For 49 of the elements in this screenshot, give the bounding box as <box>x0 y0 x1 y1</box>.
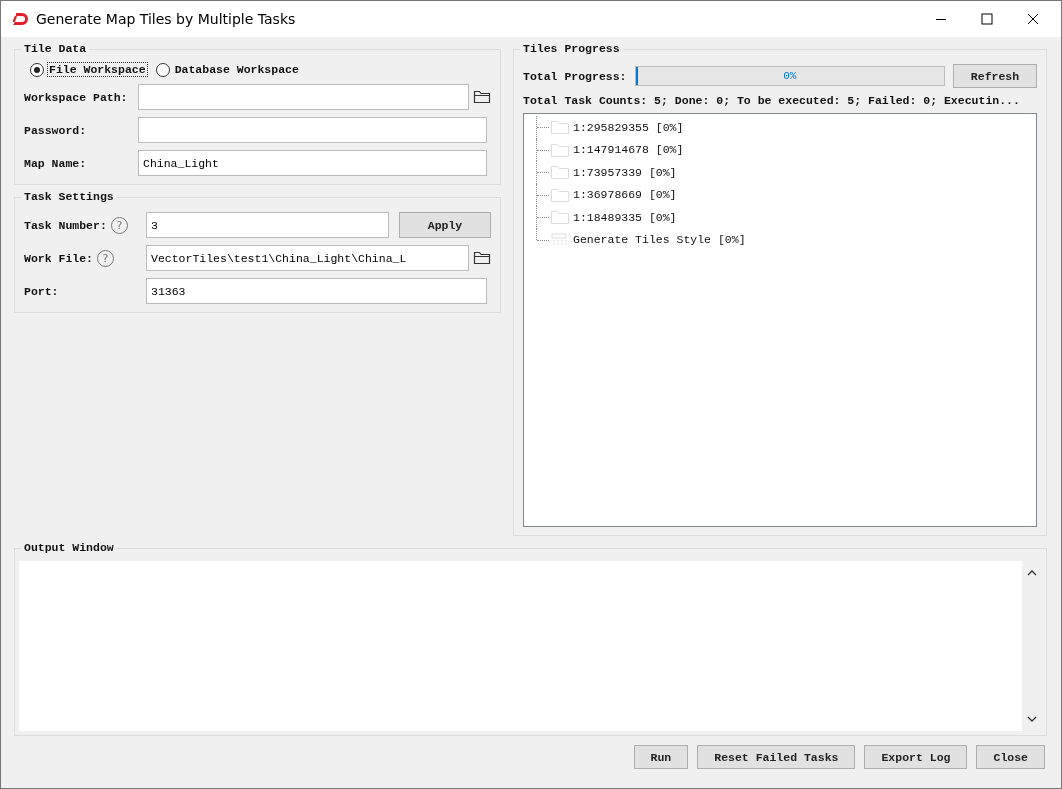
dialog-button[interactable]: Reset Failed Tasks <box>697 745 856 769</box>
grid-icon <box>550 231 570 248</box>
app-logo-icon <box>12 12 28 26</box>
task-summary: Total Task Counts: 5; Done: 0; To be executed: 5; Failed: 0; Executin... <box>523 94 1021 107</box>
field-label: Map Name: <box>24 156 87 170</box>
scroll-up-icon[interactable] <box>1027 569 1037 577</box>
folder-icon <box>550 119 570 136</box>
group-title: Tile Data <box>21 42 90 55</box>
tree-item[interactable]: 1:18489335 [0%] <box>573 210 677 224</box>
folder-icon <box>550 209 570 226</box>
field-label: Workspace Path: <box>24 90 128 104</box>
field-label: Task Number: <box>24 218 107 232</box>
group-title: Output Window <box>21 541 117 554</box>
input-field[interactable]: China_Light <box>138 150 487 176</box>
folder-icon[interactable] <box>473 88 491 106</box>
folder-icon <box>550 186 570 203</box>
radio-button[interactable] <box>155 62 170 77</box>
tree-item[interactable]: Generate Tiles Style [0%] <box>573 233 746 247</box>
radio-label[interactable]: Database Workspace <box>172 62 301 77</box>
input-field[interactable] <box>138 117 487 143</box>
refresh-button[interactable]: Refresh <box>953 64 1037 88</box>
window-title: Generate Map Tiles by Multiple Tasks <box>36 11 296 27</box>
input-field[interactable]: 3 <box>146 212 389 238</box>
tree-item[interactable]: 1:295829355 [0%] <box>573 120 684 134</box>
radio-label[interactable]: File Workspace <box>47 62 148 77</box>
dialog-button[interactable]: Export Log <box>864 745 968 769</box>
tree-item[interactable]: 1:147914678 [0%] <box>573 143 684 157</box>
close-icon[interactable] <box>1027 13 1039 25</box>
tree-item[interactable]: 1:73957339 [0%] <box>573 165 677 179</box>
input-field[interactable]: 31363 <box>146 278 487 304</box>
folder-icon <box>550 141 570 158</box>
maximize-icon[interactable] <box>981 13 993 25</box>
progress-label: Total Progress: <box>523 69 627 83</box>
field-label: Work File: <box>24 251 93 265</box>
input-field[interactable]: VectorTiles\test1\China_Light\China_L <box>146 245 469 271</box>
input-field[interactable] <box>138 84 469 110</box>
group-title: Task Settings <box>21 190 117 203</box>
scroll-down-icon[interactable] <box>1027 715 1037 723</box>
folder-icon <box>550 164 570 181</box>
progress-reading: 0% <box>783 70 797 82</box>
folder-icon[interactable] <box>473 249 491 267</box>
field-label: Port: <box>24 284 59 298</box>
apply-button[interactable]: Apply <box>399 212 491 238</box>
field-label: Password: <box>24 123 87 137</box>
group-title: Tiles Progress <box>520 42 623 55</box>
radio-button[interactable] <box>30 62 44 77</box>
dialog-button[interactable]: Run <box>633 745 689 769</box>
dialog-button[interactable]: Close <box>976 745 1045 769</box>
tree-item[interactable]: 1:36978669 [0%] <box>573 188 677 202</box>
